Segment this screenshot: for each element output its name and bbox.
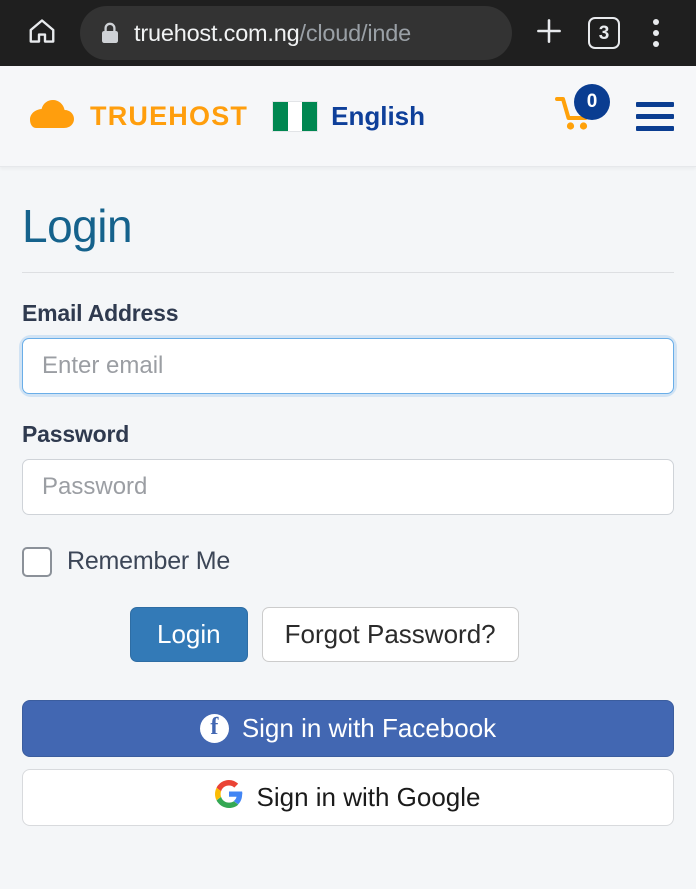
header-actions: 0 <box>554 84 674 138</box>
google-icon <box>215 779 243 815</box>
url-text: truehost.com.ng/cloud/inde <box>134 20 411 47</box>
remember-me-checkbox[interactable] <box>22 546 52 577</box>
hamburger-menu-button[interactable] <box>636 101 674 131</box>
home-button[interactable] <box>14 5 70 61</box>
home-icon <box>27 16 57 51</box>
cart-count-badge: 0 <box>574 84 610 120</box>
cloud-icon <box>22 97 78 136</box>
email-field-wrapper <box>22 337 674 394</box>
brand-name: TRUEHOST <box>90 100 249 131</box>
title-divider <box>22 271 674 273</box>
password-label: Password <box>22 420 130 447</box>
site-header: TRUEHOST English 0 <box>0 66 696 167</box>
browser-toolbar: truehost.com.ng/cloud/inde 3 <box>0 0 696 66</box>
facebook-signin-button[interactable]: f Sign in with Facebook <box>22 699 674 757</box>
language-selector[interactable]: English <box>272 100 426 132</box>
forgot-password-button[interactable]: Forgot Password? <box>261 606 519 662</box>
new-tab-button[interactable] <box>520 5 578 61</box>
tab-switcher-button[interactable]: 3 <box>578 5 630 61</box>
overflow-menu-icon <box>653 19 659 47</box>
address-bar[interactable]: truehost.com.ng/cloud/inde <box>80 6 512 60</box>
facebook-signin-label: Sign in with Facebook <box>241 712 497 743</box>
google-signin-label: Sign in with Google <box>256 781 481 812</box>
plus-icon <box>532 14 566 53</box>
page-title: Login <box>22 200 133 252</box>
url-domain: truehost.com.ng <box>134 19 300 46</box>
remember-me-label: Remember Me <box>67 547 231 576</box>
remember-me-row[interactable]: Remember Me <box>22 546 674 577</box>
google-signin-button[interactable]: Sign in with Google <box>22 768 674 826</box>
form-actions: Login Forgot Password? <box>22 606 674 662</box>
brand-logo-link[interactable]: TRUEHOST <box>22 97 248 136</box>
tab-count-badge: 3 <box>588 17 620 49</box>
browser-menu-button[interactable] <box>630 5 682 61</box>
login-button[interactable]: Login <box>130 606 248 662</box>
facebook-icon: f <box>199 713 229 743</box>
email-label: Email Address <box>22 299 179 326</box>
language-label: English <box>331 100 426 131</box>
lock-icon <box>100 21 120 45</box>
url-path: /cloud/inde <box>299 19 411 46</box>
email-input[interactable] <box>22 337 674 394</box>
cart-button[interactable]: 0 <box>554 84 610 138</box>
password-input[interactable] <box>22 458 674 515</box>
nigeria-flag-icon <box>272 100 319 132</box>
login-page: Login Email Address Password Remember Me… <box>0 167 696 889</box>
